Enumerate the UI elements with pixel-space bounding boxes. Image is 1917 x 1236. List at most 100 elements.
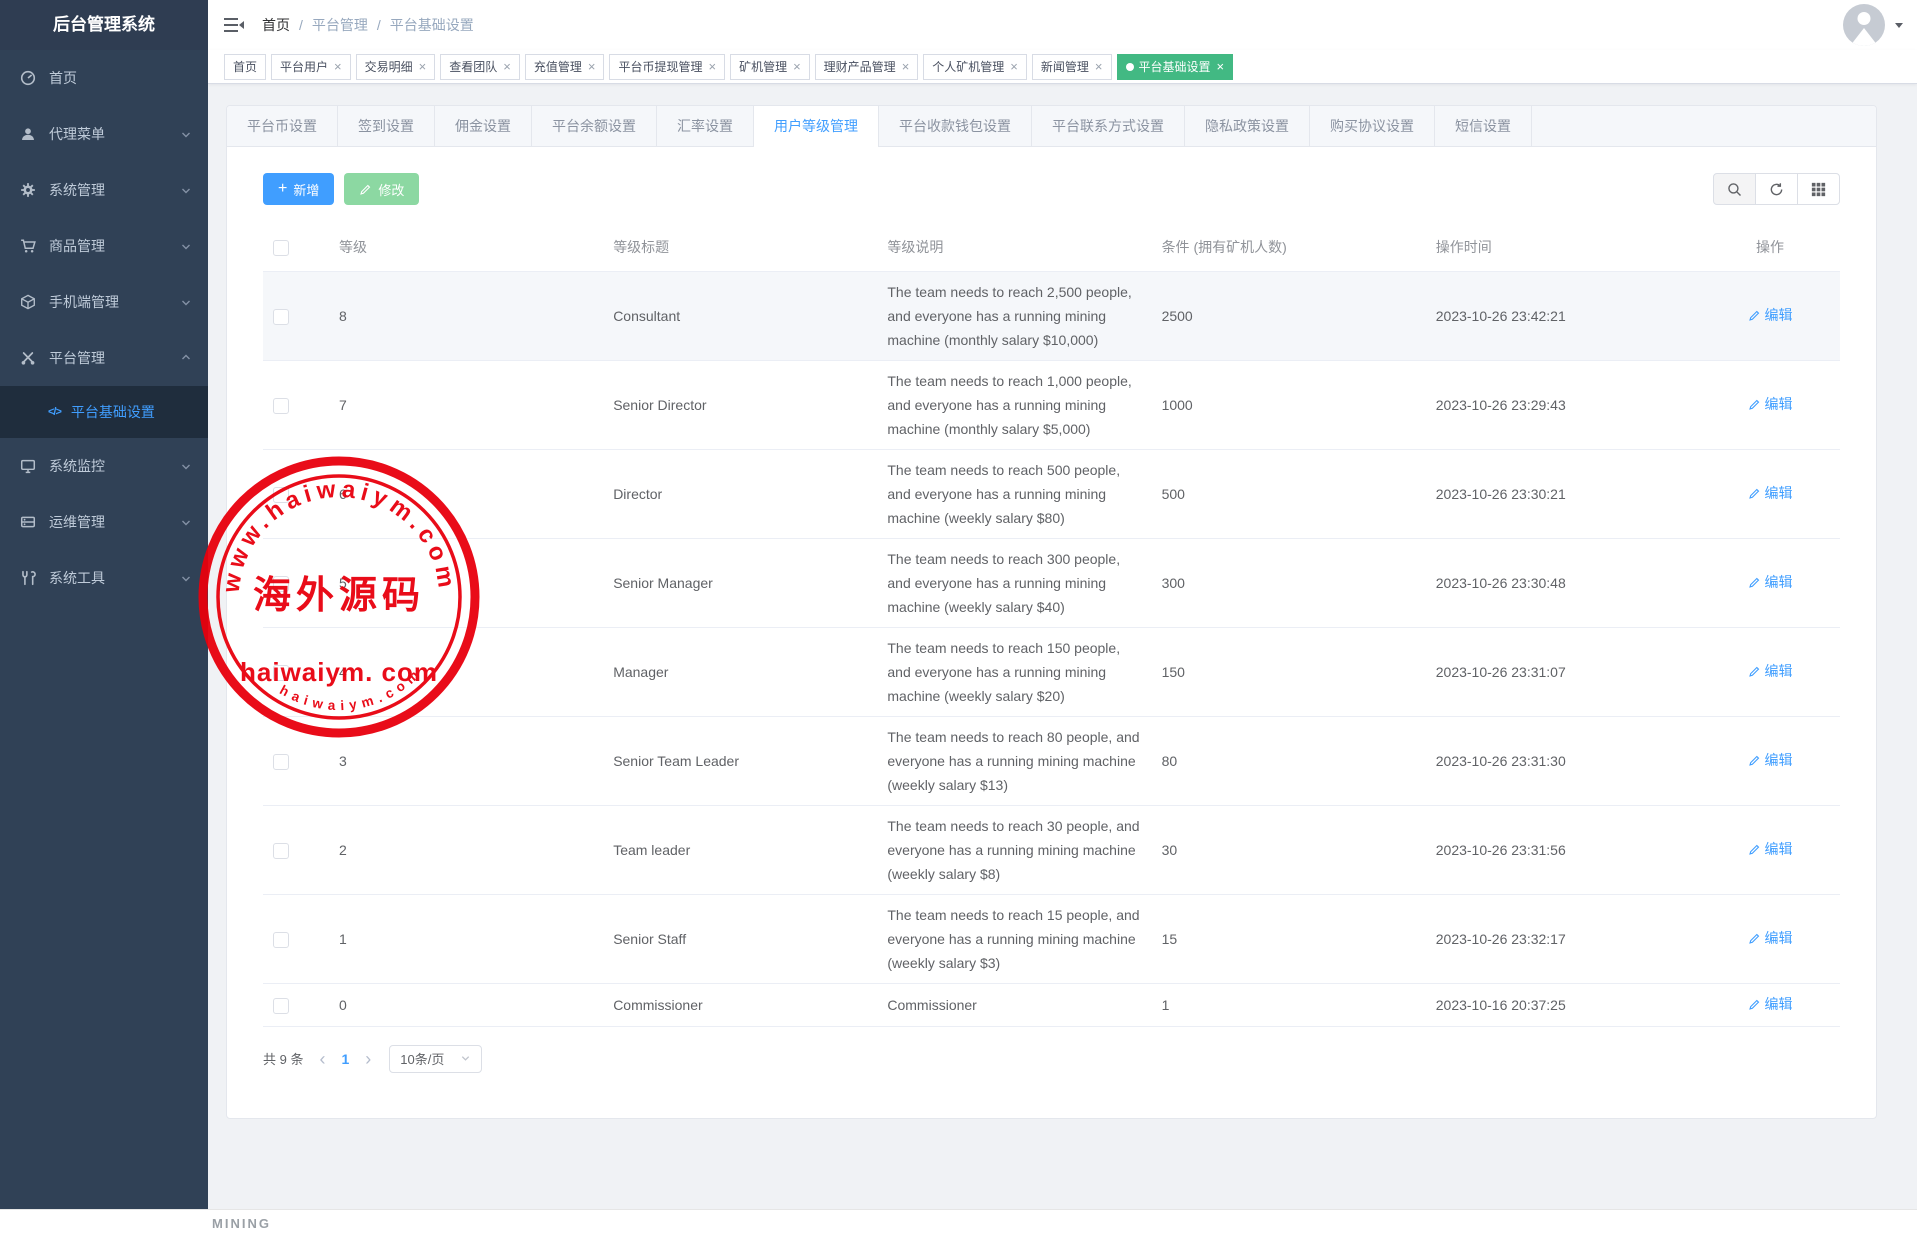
cell-time: 2023-10-26 23:29:43 <box>1426 361 1700 450</box>
tab-9[interactable]: 购买协议设置 <box>1310 106 1435 146</box>
tag-item[interactable]: 个人矿机管理× <box>923 54 1027 80</box>
edit-row-button[interactable]: 编辑 <box>1748 570 1793 594</box>
avatar-caret-icon[interactable] <box>1895 23 1903 28</box>
sidebar-subitem-label: 平台基础设置 <box>71 402 155 422</box>
tag-item[interactable]: 充值管理× <box>525 54 605 80</box>
tab-0[interactable]: 平台币设置 <box>227 106 338 146</box>
tag-item[interactable]: 交易明细× <box>356 54 436 80</box>
tag-item[interactable]: 首页 <box>224 54 266 80</box>
search-button[interactable] <box>1713 173 1756 205</box>
sidebar-item-label: 系统监控 <box>49 456 105 476</box>
edit-button[interactable]: 修改 <box>344 173 419 205</box>
table-header-row: 等级等级标题等级说明条件 (拥有矿机人数)操作时间操作 <box>263 223 1840 272</box>
sidebar-item-label: 代理菜单 <box>49 124 105 144</box>
row-checkbox[interactable] <box>273 398 289 414</box>
tag-item[interactable]: 矿机管理× <box>730 54 810 80</box>
sidebar-item-label: 运维管理 <box>49 512 105 532</box>
close-icon[interactable]: × <box>588 60 596 73</box>
app-title: 后台管理系统 <box>0 0 208 50</box>
chevron-down-icon <box>180 516 192 528</box>
row-checkbox[interactable] <box>273 487 289 503</box>
tab-10[interactable]: 短信设置 <box>1435 106 1532 146</box>
close-icon[interactable]: × <box>1217 60 1225 73</box>
edit-row-button[interactable]: 编辑 <box>1748 992 1793 1016</box>
tag-item[interactable]: 理财产品管理× <box>815 54 919 80</box>
row-checkbox[interactable] <box>273 576 289 592</box>
refresh-icon <box>1769 182 1784 197</box>
close-icon[interactable]: × <box>708 60 716 73</box>
sidebar-item[interactable]: 手机端管理 <box>0 274 208 330</box>
sidebar-subitem[interactable]: </>平台基础设置 <box>0 386 208 438</box>
row-select-cell <box>263 361 329 450</box>
tab-6[interactable]: 平台收款钱包设置 <box>879 106 1032 146</box>
cell-level: 5 <box>329 539 603 628</box>
row-checkbox[interactable] <box>273 309 289 325</box>
edit-row-button[interactable]: 编辑 <box>1748 481 1793 505</box>
tag-item[interactable]: 平台用户× <box>271 54 351 80</box>
edit-row-button[interactable]: 编辑 <box>1748 837 1793 861</box>
sidebar-item[interactable]: 系统管理 <box>0 162 208 218</box>
close-icon[interactable]: × <box>902 60 910 73</box>
cell-desc: The team needs to reach 1,000 people, an… <box>877 361 1151 450</box>
close-icon[interactable]: × <box>419 60 427 73</box>
close-icon[interactable]: × <box>503 60 511 73</box>
edit-row-button[interactable]: 编辑 <box>1748 659 1793 683</box>
cell-condition: 300 <box>1152 539 1426 628</box>
tab-4[interactable]: 汇率设置 <box>657 106 754 146</box>
sidebar-item[interactable]: 系统监控 <box>0 438 208 494</box>
close-icon[interactable]: × <box>334 60 342 73</box>
hamburger-icon[interactable] <box>224 17 244 33</box>
sidebar-item[interactable]: 商品管理 <box>0 218 208 274</box>
cell-title: Senior Staff <box>603 895 877 984</box>
tab-2[interactable]: 佣金设置 <box>435 106 532 146</box>
avatar[interactable] <box>1843 4 1885 46</box>
cell-level: 6 <box>329 450 603 539</box>
page-number[interactable]: 1 <box>341 1051 349 1067</box>
sidebar-item[interactable]: 平台管理 <box>0 330 208 386</box>
tag-item[interactable]: 新闻管理× <box>1032 54 1112 80</box>
cell-time: 2023-10-26 23:30:48 <box>1426 539 1700 628</box>
page-size-select[interactable]: 10条/页 <box>389 1045 482 1073</box>
row-checkbox[interactable] <box>273 754 289 770</box>
close-icon[interactable]: × <box>1095 60 1103 73</box>
edit-row-button[interactable]: 编辑 <box>1748 926 1793 950</box>
tag-item[interactable]: 平台基础设置× <box>1117 54 1234 80</box>
select-all-checkbox[interactable] <box>273 240 289 256</box>
tab-3[interactable]: 平台余额设置 <box>532 106 657 146</box>
cell-actions: 编辑 <box>1700 717 1840 806</box>
tab-8[interactable]: 隐私政策设置 <box>1185 106 1310 146</box>
row-checkbox[interactable] <box>273 932 289 948</box>
chevron-down-icon <box>180 296 192 308</box>
sidebar-item[interactable]: 首页 <box>0 50 208 106</box>
row-checkbox[interactable] <box>273 665 289 681</box>
tab-5[interactable]: 用户等级管理 <box>754 106 879 146</box>
refresh-button[interactable] <box>1755 173 1798 205</box>
sidebar-item[interactable]: 系统工具 <box>0 550 208 606</box>
table-header: 等级 <box>329 223 603 272</box>
close-icon[interactable]: × <box>793 60 801 73</box>
users-icon <box>20 126 36 142</box>
row-checkbox[interactable] <box>273 843 289 859</box>
prev-page-button[interactable]: ‹ <box>319 1050 325 1068</box>
cell-title: Consultant <box>603 272 877 361</box>
columns-button[interactable] <box>1797 173 1840 205</box>
edit-row-button[interactable]: 编辑 <box>1748 303 1793 327</box>
tag-item[interactable]: 平台币提现管理× <box>609 54 725 80</box>
next-page-button[interactable]: › <box>365 1050 371 1068</box>
cell-condition: 30 <box>1152 806 1426 895</box>
edit-row-button[interactable]: 编辑 <box>1748 392 1793 416</box>
sidebar-item[interactable]: 代理菜单 <box>0 106 208 162</box>
close-icon[interactable]: × <box>1010 60 1018 73</box>
edit-row-label: 编辑 <box>1765 992 1793 1016</box>
tag-item[interactable]: 查看团队× <box>440 54 520 80</box>
row-checkbox[interactable] <box>273 998 289 1014</box>
tab-7[interactable]: 平台联系方式设置 <box>1032 106 1185 146</box>
tab-1[interactable]: 签到设置 <box>338 106 435 146</box>
edit-row-button[interactable]: 编辑 <box>1748 748 1793 772</box>
chevron-down-icon <box>180 184 192 196</box>
breadcrumb-item[interactable]: 首页 <box>262 15 290 35</box>
sidebar-item[interactable]: 运维管理 <box>0 494 208 550</box>
table-row: 4ManagerThe team needs to reach 150 peop… <box>263 628 1840 717</box>
breadcrumb-item[interactable]: 平台管理 <box>312 15 368 35</box>
add-button[interactable]: + 新增 <box>263 173 334 205</box>
